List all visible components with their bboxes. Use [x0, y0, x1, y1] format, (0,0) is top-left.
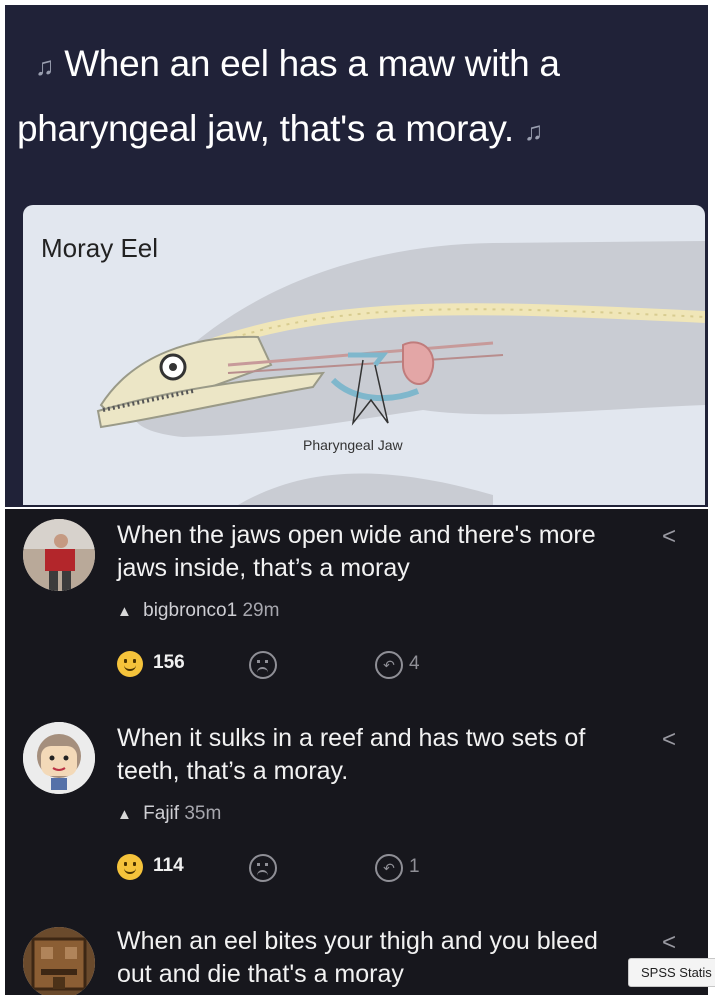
timestamp: 29m: [242, 600, 280, 621]
replies-count: 4: [409, 653, 420, 674]
comment-text: When an eel bites your thigh and you ble…: [117, 927, 598, 988]
headline-text-2: pharyngeal jaw, that's a moray.: [17, 108, 514, 149]
headline: ♫ When an eel has a maw with a pharyngea…: [5, 5, 708, 200]
flame-icon: ▲: [117, 806, 132, 823]
reaction-count: 156: [153, 652, 185, 673]
avatar[interactable]: [23, 927, 95, 995]
music-note-icon: ♫: [523, 115, 544, 146]
avatar-cartoon-face: [23, 722, 95, 794]
comment-meta: ▲ bigbronco1 29m: [117, 600, 279, 622]
headline-line-1: ♫ When an eel has a maw with a: [35, 43, 560, 85]
reply-arrow-icon[interactable]: <: [662, 726, 676, 754]
diagram-title: Moray Eel: [41, 233, 159, 263]
smile-icon[interactable]: [117, 854, 143, 880]
frown-icon[interactable]: [249, 651, 277, 679]
meme-frame: ♫ When an eel has a maw with a pharyngea…: [5, 5, 708, 995]
username[interactable]: Fajif: [143, 803, 179, 824]
reaction-count: 114: [153, 855, 184, 876]
headline-text-1: When an eel has a maw with a: [64, 43, 560, 84]
reply-arrow-icon[interactable]: <: [662, 929, 676, 957]
taskbar-tooltip[interactable]: SPSS Statis: [628, 958, 715, 987]
replies-icon[interactable]: ↶: [375, 651, 403, 679]
smile-icon[interactable]: [117, 651, 143, 677]
comment-actions: 156 ↶ 4: [117, 651, 577, 685]
comment-list: When the jaws open wide and there's more…: [5, 507, 708, 995]
timestamp: 35m: [184, 803, 222, 824]
replies-count: 1: [409, 856, 420, 877]
avatar-crafting-table: [23, 927, 95, 995]
username[interactable]: bigbronco1: [143, 600, 237, 621]
frown-icon[interactable]: [249, 854, 277, 882]
avatar[interactable]: [23, 519, 95, 591]
comment-text: When the jaws open wide and there's more…: [117, 521, 596, 582]
music-note-icon: ♫: [35, 50, 55, 81]
moray-eel-diagram: Moray Eel Pharyngeal Jaw: [23, 205, 705, 505]
reply-arrow-icon[interactable]: <: [662, 523, 676, 551]
comment-text: When it sulks in a reef and has two sets…: [117, 724, 586, 785]
replies-icon[interactable]: ↶: [375, 854, 403, 882]
pharyngeal-jaw-label: Pharyngeal Jaw: [303, 437, 403, 453]
comment-meta: ▲ Fajif 35m: [117, 803, 221, 825]
flame-icon: ▲: [117, 603, 132, 620]
comment-actions: 114 ↶ 1: [117, 854, 577, 888]
avatar-man-red-shirt: [23, 519, 95, 591]
avatar[interactable]: [23, 722, 95, 794]
headline-line-2: pharyngeal jaw, that's a moray. ♫: [17, 108, 543, 150]
